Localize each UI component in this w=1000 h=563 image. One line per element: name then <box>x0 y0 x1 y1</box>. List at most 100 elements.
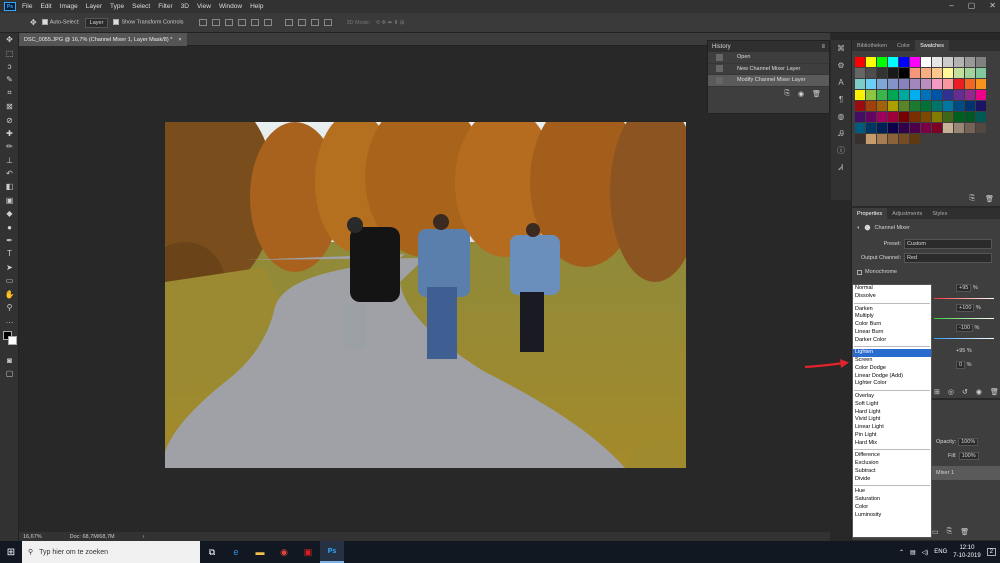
distribute-space-icon[interactable] <box>323 19 332 26</box>
swatch[interactable] <box>855 90 865 100</box>
adjust-panel-icon[interactable]: ⚙ <box>831 57 851 74</box>
swatch[interactable] <box>932 101 942 111</box>
align-bottom-icon[interactable] <box>263 19 272 26</box>
swatch[interactable] <box>877 123 887 133</box>
swatch[interactable] <box>855 112 865 122</box>
minimize-icon[interactable]: – <box>949 1 953 10</box>
swatch[interactable] <box>943 90 953 100</box>
swatch[interactable] <box>899 79 909 89</box>
swatch[interactable] <box>976 90 986 100</box>
path-select-icon[interactable]: ➤ <box>0 261 19 274</box>
new-layer-icon[interactable]: ⎘ <box>947 528 953 536</box>
swatch[interactable] <box>932 68 942 78</box>
swatch[interactable] <box>932 112 942 122</box>
blend-option-dissolve[interactable]: Dissolve <box>853 293 931 301</box>
swatch[interactable] <box>921 68 931 78</box>
swatch[interactable] <box>954 57 964 67</box>
quick-select-icon[interactable]: ✎ <box>0 73 19 86</box>
swatch[interactable] <box>910 134 920 144</box>
swatch[interactable] <box>855 79 865 89</box>
edge-browser-icon[interactable]: e <box>224 541 248 563</box>
swatch[interactable] <box>877 101 887 111</box>
green-value-field[interactable]: +100 % <box>956 304 981 312</box>
red-value-field[interactable]: +95 % <box>956 284 978 292</box>
photoshop-taskbar-icon[interactable]: Ps <box>320 541 344 563</box>
blend-option-saturation[interactable]: Saturation <box>853 496 931 504</box>
blend-option-darker-color[interactable]: Darker Color <box>853 337 931 345</box>
swatch[interactable] <box>855 101 865 111</box>
blend-option-luminosity[interactable]: Luminosity <box>853 512 931 520</box>
view-previous-icon[interactable]: ◎ <box>948 388 954 396</box>
swatch[interactable] <box>855 123 865 133</box>
character-panel-icon[interactable]: A <box>831 74 851 91</box>
swatch[interactable] <box>888 101 898 111</box>
swatch[interactable] <box>954 79 964 89</box>
tab-styles[interactable]: Styles <box>927 208 952 219</box>
swatch[interactable] <box>976 68 986 78</box>
swatch[interactable] <box>899 101 909 111</box>
swatch[interactable] <box>976 79 986 89</box>
pen-tool-icon[interactable]: ✒ <box>0 234 19 247</box>
swatch[interactable] <box>943 123 953 133</box>
history-brush-icon[interactable]: ↶ <box>0 167 19 180</box>
menu-select[interactable]: Select <box>132 3 150 10</box>
info-panel-icon[interactable]: ⓘ <box>831 142 851 159</box>
language-indicator[interactable]: ENG <box>934 549 947 555</box>
maximize-icon[interactable]: ▢ <box>968 1 976 10</box>
blend-mode-dropdown[interactable]: Normal Dissolve Darken Multiply Color Burn Li… <box>852 284 932 538</box>
swatch[interactable] <box>866 90 876 100</box>
swatch[interactable] <box>943 57 953 67</box>
menu-filter[interactable]: Filter <box>158 3 172 10</box>
swatch[interactable] <box>866 112 876 122</box>
photo-canvas[interactable] <box>165 122 686 468</box>
swatch[interactable] <box>855 68 865 78</box>
swatch[interactable] <box>888 112 898 122</box>
blend-option-hard-mix[interactable]: Hard Mix <box>853 440 931 448</box>
swatch[interactable] <box>954 101 964 111</box>
camera-icon[interactable]: ◉ <box>798 90 804 98</box>
swatch[interactable] <box>943 68 953 78</box>
delete-layer-icon[interactable]: 🗑 <box>960 528 969 536</box>
visibility-icon[interactable]: ◉ <box>976 388 982 396</box>
blend-option-difference[interactable]: Difference <box>853 452 931 460</box>
trash-icon[interactable]: 🗑 <box>812 90 821 98</box>
swatch[interactable] <box>877 90 887 100</box>
align-center-icon[interactable] <box>211 19 220 26</box>
dodge-tool-icon[interactable]: ● <box>0 220 19 233</box>
mask-icon[interactable]: ⬤ <box>864 225 870 231</box>
swatch[interactable] <box>943 79 953 89</box>
blend-option-hue[interactable]: Hue <box>853 488 931 496</box>
swatch[interactable] <box>910 79 920 89</box>
clock[interactable]: 12:10 7-10-2019 <box>953 544 980 560</box>
swatch[interactable] <box>888 123 898 133</box>
crop-tool-icon[interactable]: ⌗ <box>0 87 19 100</box>
history-item[interactable]: Open <box>708 52 829 64</box>
swatch[interactable] <box>965 101 975 111</box>
blend-option-normal[interactable]: Normal <box>853 285 931 293</box>
menu-file[interactable]: File <box>22 3 32 10</box>
opacity-field[interactable]: 100% <box>958 438 979 446</box>
swatch[interactable] <box>866 57 876 67</box>
color-swatches-icon[interactable] <box>0 328 19 354</box>
tray-expand-icon[interactable]: ⌃ <box>899 549 904 556</box>
swatch[interactable] <box>877 112 887 122</box>
chrome-icon[interactable]: ◉ <box>272 541 296 563</box>
swatch[interactable] <box>866 134 876 144</box>
delete-swatch-icon[interactable]: 🗑 <box>985 195 994 203</box>
history-item[interactable]: New Channel Mixer Layer <box>708 64 829 75</box>
menu-help[interactable]: Help <box>250 3 263 10</box>
new-swatch-icon[interactable]: ⎘ <box>970 195 976 203</box>
close-icon[interactable]: ✕ <box>989 1 996 10</box>
swatch[interactable] <box>866 68 876 78</box>
swatch[interactable] <box>976 57 986 67</box>
blend-option-pin-light[interactable]: Pin Light <box>853 432 931 440</box>
swatch[interactable] <box>954 90 964 100</box>
blend-option-divide[interactable]: Divide <box>853 476 931 484</box>
screen-mode-icon[interactable]: ▢ <box>0 367 19 380</box>
swatch[interactable] <box>954 112 964 122</box>
swatch[interactable] <box>910 57 920 67</box>
blend-option-lighter-color[interactable]: Lighter Color <box>853 380 931 388</box>
blend-option-color-burn[interactable]: Color Burn <box>853 321 931 329</box>
output-channel-dropdown[interactable]: Red <box>904 253 992 263</box>
type-panel-icon[interactable]: Ꮧ <box>831 159 851 176</box>
